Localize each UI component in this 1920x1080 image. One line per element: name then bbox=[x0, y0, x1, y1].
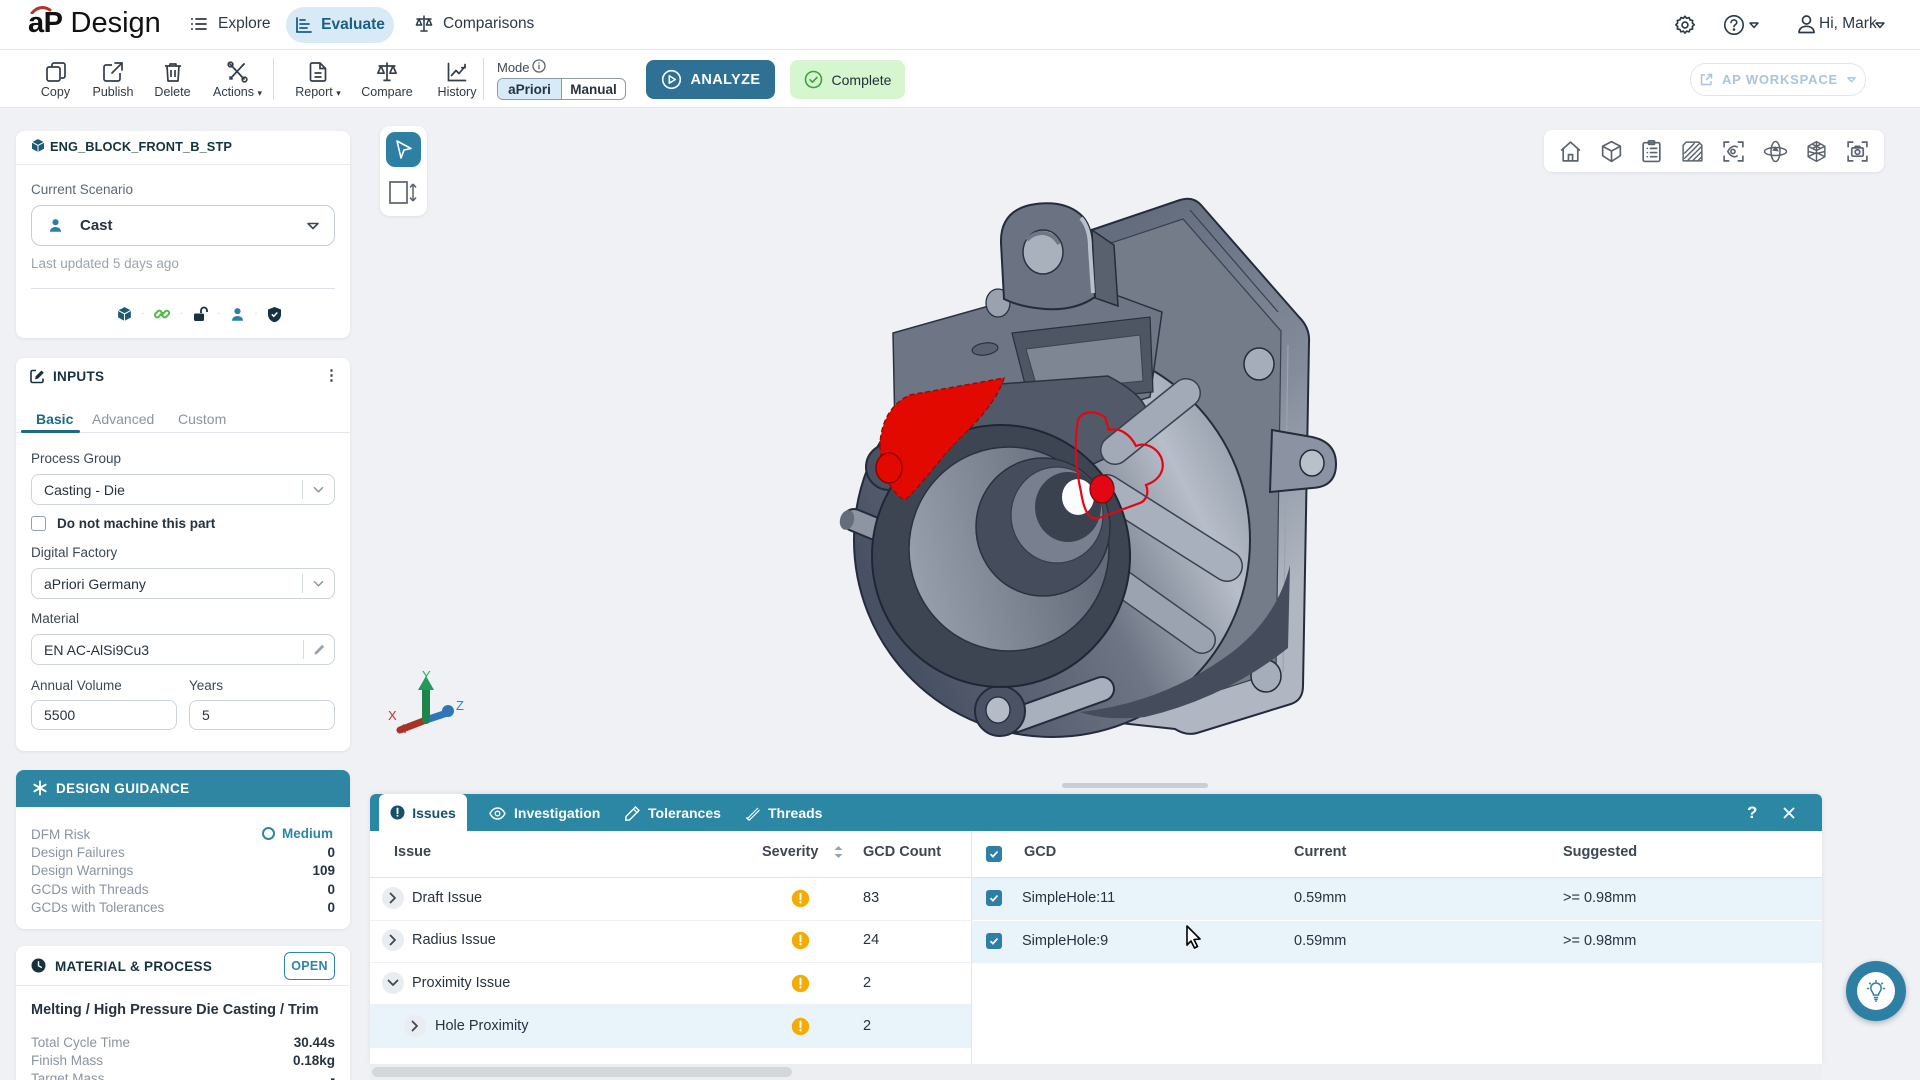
svg-text:X: X bbox=[388, 708, 397, 723]
svg-text:Y: Y bbox=[422, 668, 431, 683]
svg-text:Z: Z bbox=[456, 698, 464, 713]
